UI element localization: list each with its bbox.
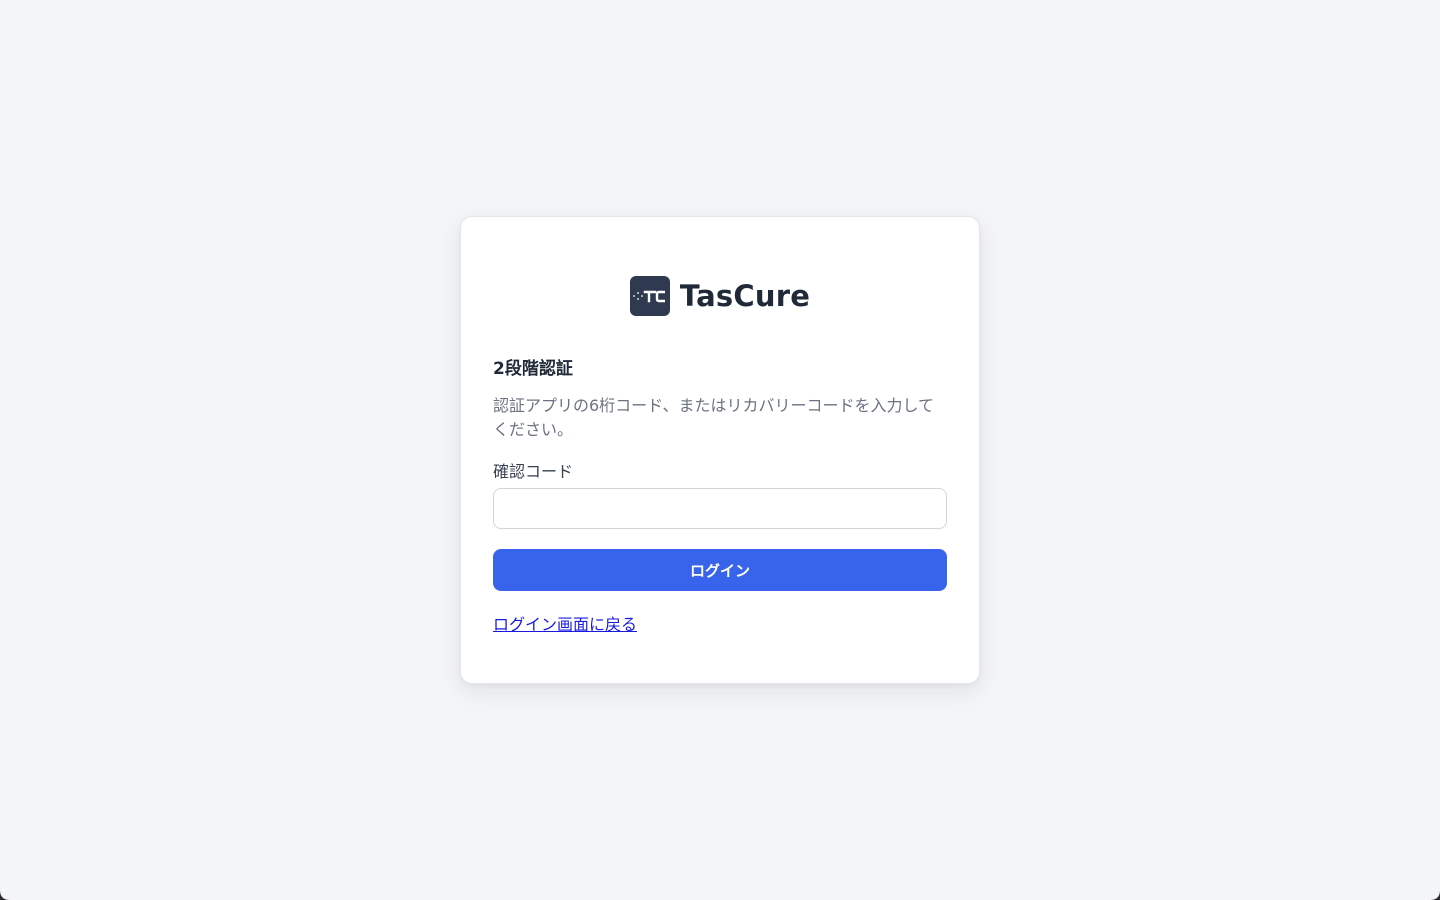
window-corner-left	[0, 890, 10, 900]
verification-code-label: 確認コード	[493, 462, 574, 481]
login-button[interactable]: ログイン	[493, 549, 947, 591]
brand-name: TasCure	[679, 279, 811, 313]
page-title: 2段階認証	[493, 359, 573, 379]
back-to-login-link[interactable]: ログイン画面に戻る	[493, 611, 637, 635]
tascure-logo-icon	[629, 276, 670, 316]
brand-header: TasCure	[461, 276, 979, 316]
verification-code-input[interactable]	[493, 488, 947, 529]
instruction-text: 認証アプリの6桁コード、またはリカバリーコードを入力してください。	[493, 396, 935, 439]
window-corner-right	[1430, 890, 1440, 900]
two-factor-card: TasCure 2段階認証 認証アプリの6桁コード、またはリカバリーコードを入力…	[460, 216, 980, 684]
logo-tc-graphic	[633, 290, 665, 303]
